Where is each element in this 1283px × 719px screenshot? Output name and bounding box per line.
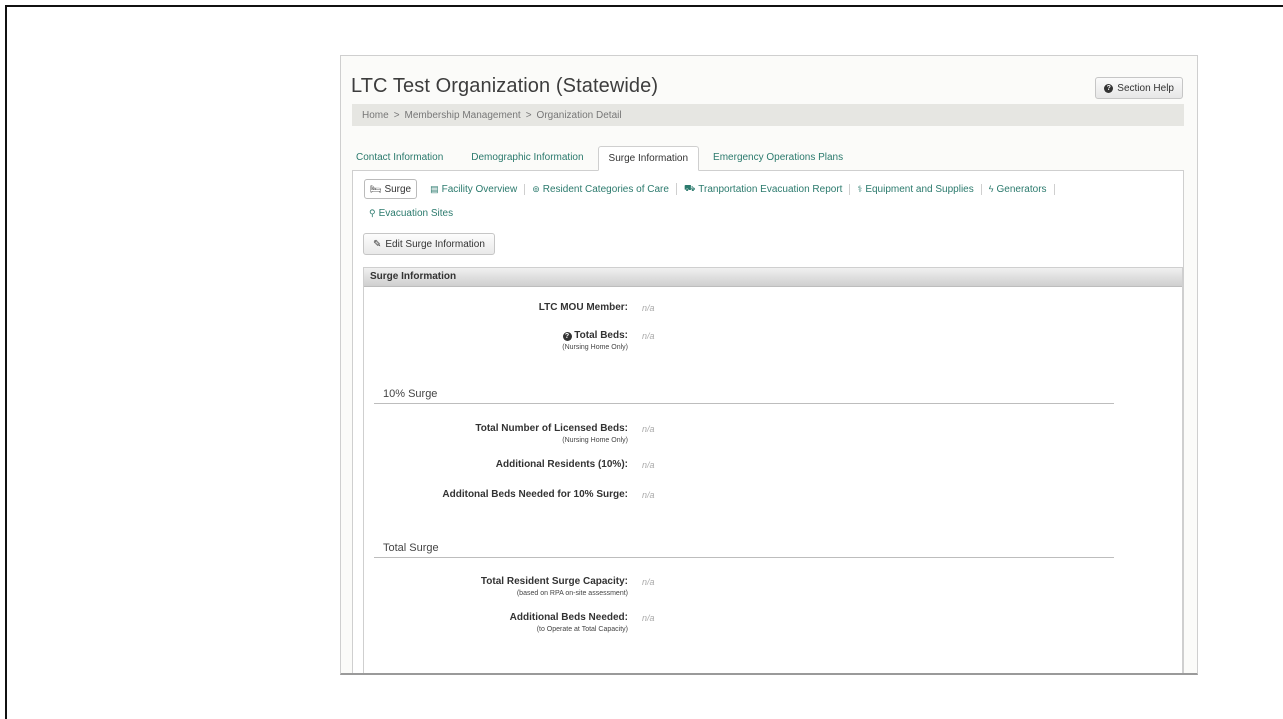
edit-surge-information-button[interactable]: ✎ Edit Surge Information: [363, 233, 495, 255]
section-title: Surge Information: [364, 268, 1182, 287]
question-circle-icon: ?: [1104, 83, 1114, 93]
breadcrumb-organization-detail: Organization Detail: [536, 109, 622, 121]
additional-beds-needed-label: Additional Beds Needed: (to Operate at T…: [509, 612, 628, 633]
subnav-transportation-evacuation-label: Tranportation Evacuation Report: [698, 183, 843, 195]
additional-beds-needed-value: n/a: [642, 613, 655, 623]
additional-residents-value: n/a: [642, 460, 655, 470]
section-help-button[interactable]: ? Section Help: [1095, 77, 1183, 99]
breadcrumb: Home > Membership Management > Organizat…: [352, 104, 1184, 126]
additional-beds-needed-sublabel: (to Operate at Total Capacity): [536, 626, 628, 633]
breadcrumb-separator: >: [525, 109, 532, 121]
breadcrumb-membership-management[interactable]: Membership Management: [405, 110, 521, 121]
edit-icon: ✎: [373, 238, 382, 250]
tab-bar: Contact Information Demographic Informat…: [352, 146, 1184, 171]
bed-icon: 🛏: [370, 183, 382, 194]
total-beds-label: ? Total Beds: (Nursing Home Only): [562, 330, 628, 351]
stethoscope-icon: ⚕: [857, 183, 863, 194]
subnav-equipment-supplies[interactable]: ⚕ Equipment and Supplies: [849, 183, 980, 195]
surge-capacity-sublabel: (based on RPA on-site assessment): [516, 590, 628, 597]
bolt-icon: ϟ: [988, 184, 994, 194]
licensed-beds-sublabel: (Nursing Home Only): [562, 437, 628, 444]
subnav-evacuation-sites-label: Evacuation Sites: [378, 207, 454, 219]
building-icon: ▤: [430, 183, 439, 194]
question-circle-icon[interactable]: ?: [562, 332, 572, 341]
subnav-generators[interactable]: ϟ Generators: [980, 183, 1055, 195]
edit-surge-information-label: Edit Surge Information: [385, 238, 485, 250]
subnav-surge[interactable]: 🛏 Surge: [364, 179, 418, 199]
additional-beds-10-label: Additonal Beds Needed for 10% Surge:: [442, 489, 628, 500]
total-beds-sublabel: (Nursing Home Only): [562, 344, 628, 351]
subnav-surge-label: Surge: [384, 183, 412, 195]
subnav-facility-overview-label: Facility Overview: [441, 183, 518, 195]
organization-detail-panel: LTC Test Organization (Statewide) ? Sect…: [340, 55, 1198, 675]
surge-information-section: Surge Information LTC MOU Member: n/a ? …: [363, 267, 1183, 673]
group-title-total-surge: Total Surge: [374, 542, 1114, 558]
section-help-label: Section Help: [1117, 82, 1174, 94]
surge-capacity-value: n/a: [642, 577, 655, 587]
subnav-resident-categories[interactable]: ⊚ Resident Categories of Care: [524, 183, 676, 195]
licensed-beds-value: n/a: [642, 424, 655, 434]
surge-capacity-label: Total Resident Surge Capacity: (based on…: [480, 576, 628, 597]
licensed-beds-label: Total Number of Licensed Beds: (Nursing …: [475, 423, 628, 444]
breadcrumb-separator: >: [393, 109, 400, 121]
tab-content: 🛏 Surge ▤ Facility Overview ⊚ Resident C…: [352, 171, 1184, 673]
additional-residents-label: Additional Residents (10%):: [495, 459, 628, 470]
sitemap-icon: ⚲: [369, 207, 376, 218]
ltc-mou-member-value: n/a: [642, 303, 655, 313]
additional-beds-10-value: n/a: [642, 490, 655, 500]
tab-emergency-operations-plans[interactable]: Emergency Operations Plans: [699, 146, 857, 170]
tab-surge-information[interactable]: Surge Information: [597, 146, 700, 171]
tab-demographic-information[interactable]: Demographic Information: [457, 146, 597, 170]
subnav-generators-label: Generators: [996, 183, 1047, 195]
surge-subnav: 🛏 Surge ▤ Facility Overview ⊚ Resident C…: [364, 179, 1055, 227]
subnav-equipment-supplies-label: Equipment and Supplies: [865, 183, 974, 195]
subnav-facility-overview[interactable]: ▤ Facility Overview: [423, 184, 524, 195]
breadcrumb-home[interactable]: Home: [362, 110, 389, 121]
subnav-evacuation-sites[interactable]: ⚲ Evacuation Sites: [364, 208, 460, 219]
ltc-mou-member-label: LTC MOU Member:: [538, 302, 628, 313]
tab-contact-information[interactable]: Contact Information: [352, 146, 457, 170]
page-title: LTC Test Organization (Statewide): [351, 75, 659, 97]
users-circle-icon: ⊚: [532, 183, 540, 194]
group-title-10-surge: 10% Surge: [374, 388, 1114, 404]
subnav-transportation-evacuation[interactable]: ⛟ Tranportation Evacuation Report: [675, 183, 849, 195]
subnav-resident-categories-label: Resident Categories of Care: [542, 183, 669, 195]
truck-icon: ⛟: [683, 183, 696, 193]
total-beds-value: n/a: [642, 331, 655, 341]
